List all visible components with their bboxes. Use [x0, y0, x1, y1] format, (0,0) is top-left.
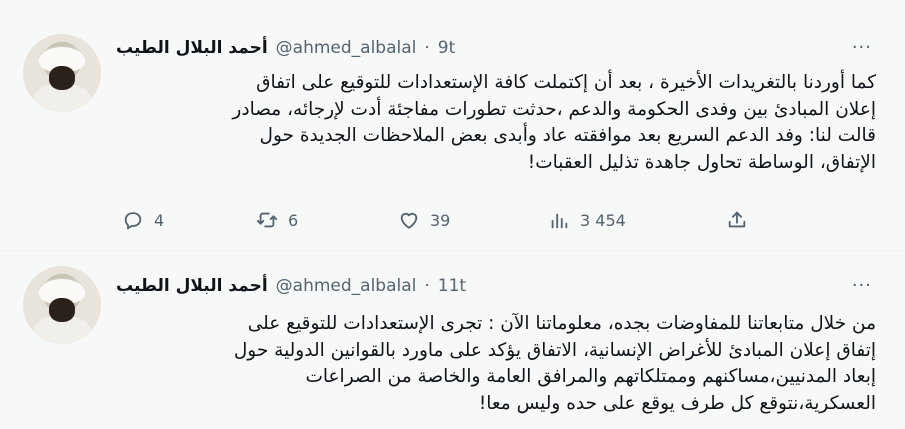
reply-button[interactable]: 4	[122, 209, 164, 231]
tweet-time[interactable]: 11t	[438, 276, 466, 296]
reply-icon	[124, 212, 142, 230]
share-icon	[728, 211, 746, 228]
tweet[interactable]: أحمد البلال الطيب @ahmed_albalal · 9t ··…	[0, 0, 905, 250]
tweet-text: من خلال متابعاتنا للمفاوضات بجده، معلوما…	[116, 311, 876, 417]
views-icon	[551, 213, 568, 229]
tweet-text-line: من خلال متابعاتنا للمفاوضات بجده، معلوما…	[247, 313, 876, 334]
avatar-face	[49, 66, 75, 90]
tweet-actions: 4 6 39 3 454	[116, 205, 776, 235]
retweet-icon	[256, 212, 278, 228]
share-button[interactable]	[726, 209, 748, 231]
like-icon	[400, 212, 418, 229]
view-count: 3 454	[580, 210, 626, 230]
like-button[interactable]: 39	[398, 209, 450, 231]
author-handle[interactable]: @ahmed_albalal	[276, 276, 417, 296]
tweet-text-line: العسكرية،نتوقع كل طرف يوقع على حده وليس …	[478, 392, 876, 414]
tweet[interactable]: أحمد البلال الطيب @ahmed_albalal · 11t ·…	[0, 251, 905, 429]
tweet-header: أحمد البلال الطيب @ahmed_albalal · 9t	[116, 37, 455, 59]
tweet-text-line: قالت لنا: وفد الدعم السريع بعد موافقته ع…	[259, 125, 877, 146]
retweet-count: 6	[288, 210, 299, 230]
tweet-text-line: إبعاد المدنيين،مساكنهم وممتلكاتهم والمرا…	[305, 366, 876, 387]
tweet-text: كما أوردنا بالتغريدات الأخيرة ، بعد أن إ…	[116, 70, 876, 176]
avatar[interactable]	[23, 34, 101, 112]
reply-count: 4	[154, 210, 165, 230]
more-options-icon[interactable]: ···	[852, 37, 872, 58]
more-options-icon[interactable]: ···	[852, 275, 872, 296]
avatar-face	[49, 298, 75, 322]
tweet-text-line: الإتفاق، الوساطة تحاول جاهدة تذليل العقب…	[527, 151, 876, 173]
avatar[interactable]	[23, 266, 101, 344]
header-separator: ·	[424, 276, 430, 296]
author-handle[interactable]: @ahmed_albalal	[276, 38, 417, 58]
tweet-text-line: إعلان المبادئ بين وفدى الحكومة والدعم ،ح…	[232, 98, 876, 120]
views-button[interactable]: 3 454	[548, 209, 626, 231]
author-name[interactable]: أحمد البلال الطيب	[116, 276, 268, 296]
retweet-button[interactable]: 6	[256, 209, 298, 231]
tweet-text-line: إتفاق إعلان المبادئ للأغراض الإنسانية، ا…	[233, 339, 876, 361]
tweet-time[interactable]: 9t	[438, 38, 455, 58]
author-name[interactable]: أحمد البلال الطيب	[116, 38, 268, 58]
tweet-text-line: كما أوردنا بالتغريدات الأخيرة ، بعد أن إ…	[256, 72, 876, 93]
tweet-header: أحمد البلال الطيب @ahmed_albalal · 11t	[116, 275, 466, 297]
header-separator: ·	[424, 38, 430, 58]
like-count: 39	[430, 210, 451, 230]
